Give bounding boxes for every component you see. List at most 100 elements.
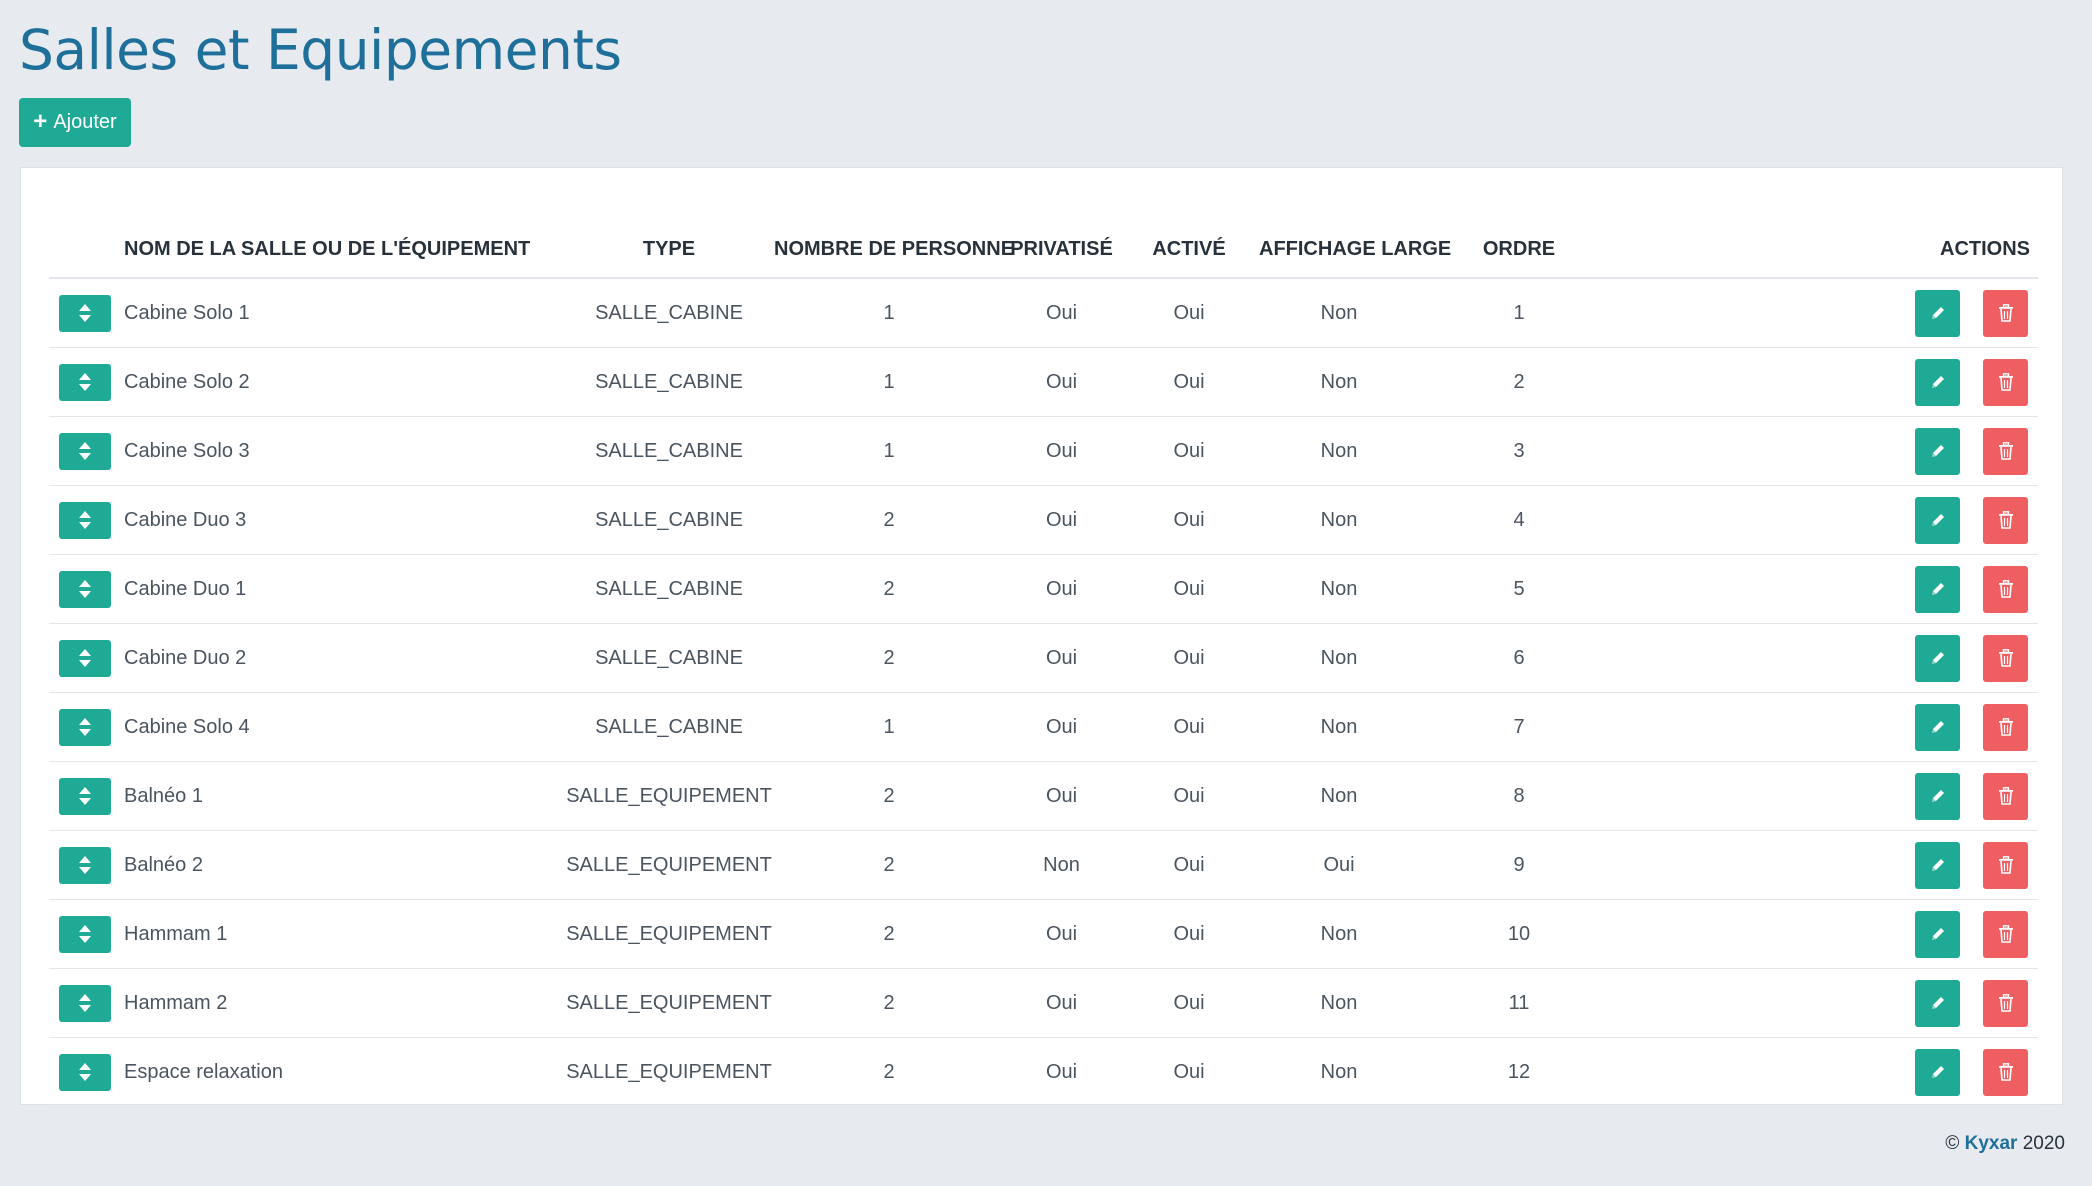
- pencil-icon: [1930, 1064, 1946, 1080]
- table-row: Cabine Duo 1 SALLE_CABINE 2 Oui Oui Non 5: [49, 554, 2038, 624]
- footer-copyright: © Kyxar 2020: [1945, 1133, 2065, 1155]
- cell-ordre: 2: [1419, 347, 1619, 417]
- row-actions: [1619, 634, 2038, 682]
- row-actions: [1619, 427, 2038, 475]
- delete-button[interactable]: [1983, 703, 2028, 751]
- edit-button[interactable]: [1915, 565, 1960, 613]
- reorder-handle-button[interactable]: [59, 363, 111, 401]
- cell-affichage-large: Non: [1259, 416, 1419, 486]
- reorder-handle-button[interactable]: [59, 501, 111, 539]
- delete-button[interactable]: [1983, 289, 2028, 337]
- reorder-handle-button[interactable]: [59, 777, 111, 815]
- column-header-name: NOM DE LA SALLE OU DE L'ÉQUIPEMENT: [114, 188, 564, 279]
- cell-privatise: Oui: [1004, 278, 1119, 348]
- trash-icon: [1998, 442, 2014, 460]
- cell-affichage-large: Non: [1259, 761, 1419, 831]
- reorder-handle-button[interactable]: [59, 639, 111, 677]
- table-row: Hammam 1 SALLE_EQUIPEMENT 2 Oui Oui Non 10: [49, 899, 2038, 969]
- drag-cell: [49, 278, 114, 348]
- cell-persons: 1: [774, 692, 1004, 762]
- edit-button[interactable]: [1915, 358, 1960, 406]
- cell-affichage-large: Non: [1259, 485, 1419, 555]
- edit-button[interactable]: [1915, 910, 1960, 958]
- edit-button[interactable]: [1915, 841, 1960, 889]
- reorder-handle-button[interactable]: [59, 708, 111, 746]
- cell-type: SALLE_EQUIPEMENT: [564, 830, 774, 900]
- drag-cell: [49, 761, 114, 831]
- trash-icon: [1998, 1063, 2014, 1081]
- edit-button[interactable]: [1915, 427, 1960, 475]
- reorder-handle-button[interactable]: [59, 1053, 111, 1091]
- table-row: Cabine Solo 1 SALLE_CABINE 1 Oui Oui Non 1: [49, 278, 2038, 348]
- cell-privatise: Oui: [1004, 692, 1119, 762]
- column-header-drag: [49, 188, 114, 279]
- cell-ordre: 9: [1419, 830, 1619, 900]
- cell-name: Cabine Solo 4: [114, 692, 564, 762]
- sort-arrows-icon: [78, 579, 92, 599]
- cell-type: SALLE_CABINE: [564, 554, 774, 624]
- edit-button[interactable]: [1915, 496, 1960, 544]
- row-actions: [1619, 772, 2038, 820]
- cell-type: SALLE_EQUIPEMENT: [564, 968, 774, 1038]
- trash-icon: [1998, 649, 2014, 667]
- edit-button[interactable]: [1915, 703, 1960, 751]
- cell-persons: 2: [774, 968, 1004, 1038]
- cell-privatise: Oui: [1004, 347, 1119, 417]
- cell-type: SALLE_CABINE: [564, 623, 774, 693]
- table-row: Cabine Duo 2 SALLE_CABINE 2 Oui Oui Non 6: [49, 623, 2038, 693]
- cell-type: SALLE_CABINE: [564, 278, 774, 348]
- trash-icon: [1998, 373, 2014, 391]
- cell-active: Oui: [1119, 347, 1259, 417]
- edit-button[interactable]: [1915, 634, 1960, 682]
- reorder-handle-button[interactable]: [59, 984, 111, 1022]
- drag-cell: [49, 485, 114, 555]
- delete-button[interactable]: [1983, 841, 2028, 889]
- row-actions: [1619, 1048, 2038, 1096]
- drag-cell: [49, 347, 114, 417]
- edit-button[interactable]: [1915, 772, 1960, 820]
- delete-button[interactable]: [1983, 496, 2028, 544]
- cell-persons: 2: [774, 485, 1004, 555]
- cell-name: Cabine Solo 2: [114, 347, 564, 417]
- rooms-table-card: NOM DE LA SALLE OU DE L'ÉQUIPEMENT TYPE …: [20, 167, 2063, 1107]
- row-actions: [1619, 358, 2038, 406]
- reorder-handle-button[interactable]: [59, 846, 111, 884]
- reorder-handle-button[interactable]: [59, 294, 111, 332]
- table-row: Cabine Solo 2 SALLE_CABINE 1 Oui Oui Non 2: [49, 347, 2038, 417]
- edit-button[interactable]: [1915, 289, 1960, 337]
- cell-type: SALLE_CABINE: [564, 485, 774, 555]
- page-title: Salles et Equipements: [19, 18, 622, 82]
- trash-icon: [1998, 925, 2014, 943]
- delete-button[interactable]: [1983, 979, 2028, 1027]
- drag-cell: [49, 899, 114, 969]
- cell-name: Cabine Duo 1: [114, 554, 564, 624]
- row-actions: [1619, 565, 2038, 613]
- cell-actions: [1619, 692, 2038, 762]
- cell-privatise: Oui: [1004, 554, 1119, 624]
- sort-arrows-icon: [78, 441, 92, 461]
- delete-button[interactable]: [1983, 565, 2028, 613]
- cell-type: SALLE_EQUIPEMENT: [564, 761, 774, 831]
- cell-type: SALLE_EQUIPEMENT: [564, 899, 774, 969]
- edit-button[interactable]: [1915, 1048, 1960, 1096]
- trash-icon: [1998, 304, 2014, 322]
- reorder-handle-button[interactable]: [59, 570, 111, 608]
- reorder-handle-button[interactable]: [59, 915, 111, 953]
- cell-persons: 2: [774, 899, 1004, 969]
- reorder-handle-button[interactable]: [59, 432, 111, 470]
- delete-button[interactable]: [1983, 910, 2028, 958]
- row-actions: [1619, 910, 2038, 958]
- sort-arrows-icon: [78, 303, 92, 323]
- footer-brand-link[interactable]: Kyxar: [1965, 1133, 2018, 1154]
- cell-type: SALLE_CABINE: [564, 416, 774, 486]
- delete-button[interactable]: [1983, 634, 2028, 682]
- cell-actions: [1619, 347, 2038, 417]
- delete-button[interactable]: [1983, 772, 2028, 820]
- cell-type: SALLE_CABINE: [564, 347, 774, 417]
- delete-button[interactable]: [1983, 1048, 2028, 1096]
- add-button[interactable]: + Ajouter: [19, 98, 131, 147]
- delete-button[interactable]: [1983, 358, 2028, 406]
- delete-button[interactable]: [1983, 427, 2028, 475]
- edit-button[interactable]: [1915, 979, 1960, 1027]
- cell-actions: [1619, 278, 2038, 348]
